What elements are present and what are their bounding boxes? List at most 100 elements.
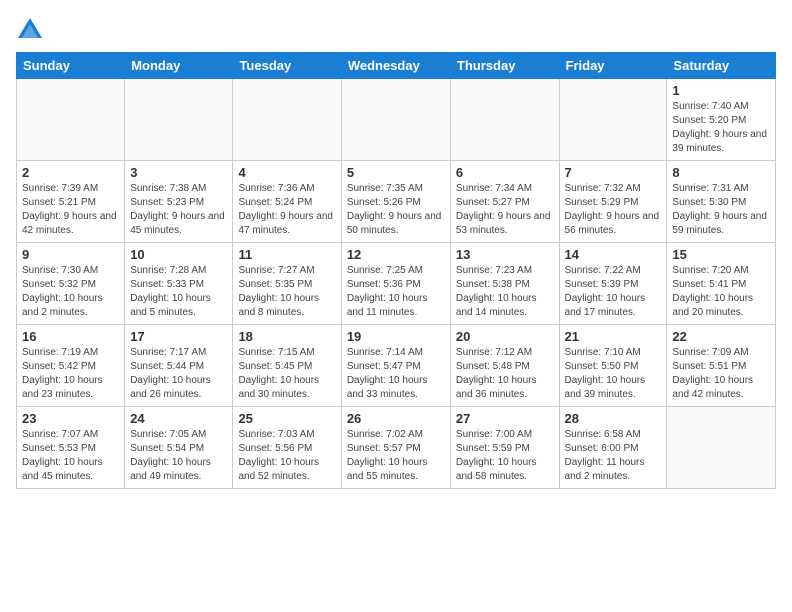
day-info: Sunrise: 7:35 AM Sunset: 5:26 PM Dayligh… bbox=[347, 182, 445, 238]
day-number: 27 bbox=[456, 411, 554, 426]
column-header-tuesday: Tuesday bbox=[233, 53, 341, 79]
calendar-day-cell: 1 Sunrise: 7:40 AM Sunset: 5:20 PM Daylig… bbox=[667, 79, 776, 161]
calendar-day-cell: 3 Sunrise: 7:38 AM Sunset: 5:23 PM Daylig… bbox=[125, 161, 233, 243]
day-info: Sunrise: 7:40 AM Sunset: 5:20 PM Dayligh… bbox=[672, 100, 770, 156]
day-info: Sunrise: 7:34 AM Sunset: 5:27 PM Dayligh… bbox=[456, 182, 554, 238]
day-number: 15 bbox=[672, 247, 770, 262]
calendar-week-row: 16Sunrise: 7:19 AM Sunset: 5:42 PM Dayli… bbox=[17, 325, 776, 407]
day-number: 20 bbox=[456, 329, 554, 344]
day-info: Sunrise: 6:58 AM Sunset: 6:00 PM Dayligh… bbox=[565, 428, 662, 484]
day-info: Sunrise: 7:28 AM Sunset: 5:33 PM Dayligh… bbox=[130, 264, 227, 320]
calendar-day-cell: 28 Sunrise: 6:58 AM Sunset: 6:00 PM Dayli… bbox=[559, 407, 667, 489]
day-info: Sunrise: 7:36 AM Sunset: 5:24 PM Dayligh… bbox=[238, 182, 335, 238]
day-number: 13 bbox=[456, 247, 554, 262]
day-info: Sunrise: 7:00 AM Sunset: 5:59 PM Dayligh… bbox=[456, 428, 554, 484]
day-number: 25 bbox=[238, 411, 335, 426]
day-info: Sunrise: 7:30 AM Sunset: 5:32 PM Dayligh… bbox=[22, 264, 119, 320]
day-number: 3 bbox=[130, 165, 227, 180]
calendar-day-cell: 13Sunrise: 7:23 AM Sunset: 5:38 PM Dayli… bbox=[450, 243, 559, 325]
day-number: 17 bbox=[130, 329, 227, 344]
day-info: Sunrise: 7:12 AM Sunset: 5:48 PM Dayligh… bbox=[456, 346, 554, 402]
column-header-thursday: Thursday bbox=[450, 53, 559, 79]
day-number: 26 bbox=[347, 411, 445, 426]
calendar-day-cell: 16Sunrise: 7:19 AM Sunset: 5:42 PM Dayli… bbox=[17, 325, 125, 407]
day-number: 12 bbox=[347, 247, 445, 262]
day-number: 5 bbox=[347, 165, 445, 180]
page-header bbox=[16, 16, 776, 44]
day-info: Sunrise: 7:15 AM Sunset: 5:45 PM Dayligh… bbox=[238, 346, 335, 402]
calendar-day-cell: 6 Sunrise: 7:34 AM Sunset: 5:27 PM Daylig… bbox=[450, 161, 559, 243]
calendar-table: SundayMondayTuesdayWednesdayThursdayFrid… bbox=[16, 52, 776, 489]
calendar-day-cell: 17 Sunrise: 7:17 AM Sunset: 5:44 PM Dayli… bbox=[125, 325, 233, 407]
day-info: Sunrise: 7:38 AM Sunset: 5:23 PM Dayligh… bbox=[130, 182, 227, 238]
calendar-day-cell: 7 Sunrise: 7:32 AM Sunset: 5:29 PM Daylig… bbox=[559, 161, 667, 243]
column-header-wednesday: Wednesday bbox=[341, 53, 450, 79]
calendar-week-row: 23 Sunrise: 7:07 AM Sunset: 5:53 PM Dayli… bbox=[17, 407, 776, 489]
day-info: Sunrise: 7:07 AM Sunset: 5:53 PM Dayligh… bbox=[22, 428, 119, 484]
calendar-day-cell: 21 Sunrise: 7:10 AM Sunset: 5:50 PM Dayli… bbox=[559, 325, 667, 407]
calendar-day-cell bbox=[233, 79, 341, 161]
calendar-day-cell: 23 Sunrise: 7:07 AM Sunset: 5:53 PM Dayli… bbox=[17, 407, 125, 489]
day-number: 11 bbox=[238, 247, 335, 262]
logo bbox=[16, 16, 48, 44]
day-info: Sunrise: 7:22 AM Sunset: 5:39 PM Dayligh… bbox=[565, 264, 662, 320]
calendar-day-cell: 2 Sunrise: 7:39 AM Sunset: 5:21 PM Daylig… bbox=[17, 161, 125, 243]
day-info: Sunrise: 7:10 AM Sunset: 5:50 PM Dayligh… bbox=[565, 346, 662, 402]
calendar-day-cell bbox=[341, 79, 450, 161]
day-number: 21 bbox=[565, 329, 662, 344]
calendar-day-cell bbox=[17, 79, 125, 161]
calendar-day-cell: 19 Sunrise: 7:14 AM Sunset: 5:47 PM Dayli… bbox=[341, 325, 450, 407]
day-info: Sunrise: 7:27 AM Sunset: 5:35 PM Dayligh… bbox=[238, 264, 335, 320]
day-info: Sunrise: 7:39 AM Sunset: 5:21 PM Dayligh… bbox=[22, 182, 119, 238]
day-number: 24 bbox=[130, 411, 227, 426]
day-info: Sunrise: 7:31 AM Sunset: 5:30 PM Dayligh… bbox=[672, 182, 770, 238]
calendar-day-cell: 24Sunrise: 7:05 AM Sunset: 5:54 PM Dayli… bbox=[125, 407, 233, 489]
column-header-sunday: Sunday bbox=[17, 53, 125, 79]
calendar-week-row: 1 Sunrise: 7:40 AM Sunset: 5:20 PM Daylig… bbox=[17, 79, 776, 161]
day-info: Sunrise: 7:14 AM Sunset: 5:47 PM Dayligh… bbox=[347, 346, 445, 402]
calendar-day-cell: 12 Sunrise: 7:25 AM Sunset: 5:36 PM Dayli… bbox=[341, 243, 450, 325]
calendar-day-cell: 27 Sunrise: 7:00 AM Sunset: 5:59 PM Dayli… bbox=[450, 407, 559, 489]
day-info: Sunrise: 7:17 AM Sunset: 5:44 PM Dayligh… bbox=[130, 346, 227, 402]
calendar-week-row: 9 Sunrise: 7:30 AM Sunset: 5:32 PM Daylig… bbox=[17, 243, 776, 325]
calendar-day-cell: 26Sunrise: 7:02 AM Sunset: 5:57 PM Dayli… bbox=[341, 407, 450, 489]
day-number: 16 bbox=[22, 329, 119, 344]
calendar-day-cell bbox=[125, 79, 233, 161]
day-number: 19 bbox=[347, 329, 445, 344]
calendar-day-cell: 11 Sunrise: 7:27 AM Sunset: 5:35 PM Dayli… bbox=[233, 243, 341, 325]
calendar-header-row: SundayMondayTuesdayWednesdayThursdayFrid… bbox=[17, 53, 776, 79]
calendar-day-cell: 25 Sunrise: 7:03 AM Sunset: 5:56 PM Dayli… bbox=[233, 407, 341, 489]
day-info: Sunrise: 7:03 AM Sunset: 5:56 PM Dayligh… bbox=[238, 428, 335, 484]
day-number: 23 bbox=[22, 411, 119, 426]
day-number: 14 bbox=[565, 247, 662, 262]
calendar-day-cell: 22Sunrise: 7:09 AM Sunset: 5:51 PM Dayli… bbox=[667, 325, 776, 407]
calendar-day-cell: 20 Sunrise: 7:12 AM Sunset: 5:48 PM Dayli… bbox=[450, 325, 559, 407]
calendar-day-cell: 15 Sunrise: 7:20 AM Sunset: 5:41 PM Dayli… bbox=[667, 243, 776, 325]
column-header-friday: Friday bbox=[559, 53, 667, 79]
logo-icon bbox=[16, 16, 44, 44]
day-number: 4 bbox=[238, 165, 335, 180]
calendar-day-cell: 5 Sunrise: 7:35 AM Sunset: 5:26 PM Daylig… bbox=[341, 161, 450, 243]
day-number: 22 bbox=[672, 329, 770, 344]
calendar-day-cell: 14 Sunrise: 7:22 AM Sunset: 5:39 PM Dayli… bbox=[559, 243, 667, 325]
column-header-monday: Monday bbox=[125, 53, 233, 79]
day-number: 8 bbox=[672, 165, 770, 180]
column-header-saturday: Saturday bbox=[667, 53, 776, 79]
calendar-week-row: 2 Sunrise: 7:39 AM Sunset: 5:21 PM Daylig… bbox=[17, 161, 776, 243]
calendar-day-cell: 18Sunrise: 7:15 AM Sunset: 5:45 PM Dayli… bbox=[233, 325, 341, 407]
calendar-day-cell bbox=[667, 407, 776, 489]
day-number: 1 bbox=[672, 83, 770, 98]
day-number: 6 bbox=[456, 165, 554, 180]
day-info: Sunrise: 7:32 AM Sunset: 5:29 PM Dayligh… bbox=[565, 182, 662, 238]
calendar-day-cell: 9 Sunrise: 7:30 AM Sunset: 5:32 PM Daylig… bbox=[17, 243, 125, 325]
calendar-day-cell: 8 Sunrise: 7:31 AM Sunset: 5:30 PM Daylig… bbox=[667, 161, 776, 243]
day-number: 28 bbox=[565, 411, 662, 426]
calendar-day-cell bbox=[450, 79, 559, 161]
day-number: 9 bbox=[22, 247, 119, 262]
day-info: Sunrise: 7:25 AM Sunset: 5:36 PM Dayligh… bbox=[347, 264, 445, 320]
day-number: 10 bbox=[130, 247, 227, 262]
day-number: 2 bbox=[22, 165, 119, 180]
calendar-day-cell bbox=[559, 79, 667, 161]
day-info: Sunrise: 7:20 AM Sunset: 5:41 PM Dayligh… bbox=[672, 264, 770, 320]
day-number: 7 bbox=[565, 165, 662, 180]
